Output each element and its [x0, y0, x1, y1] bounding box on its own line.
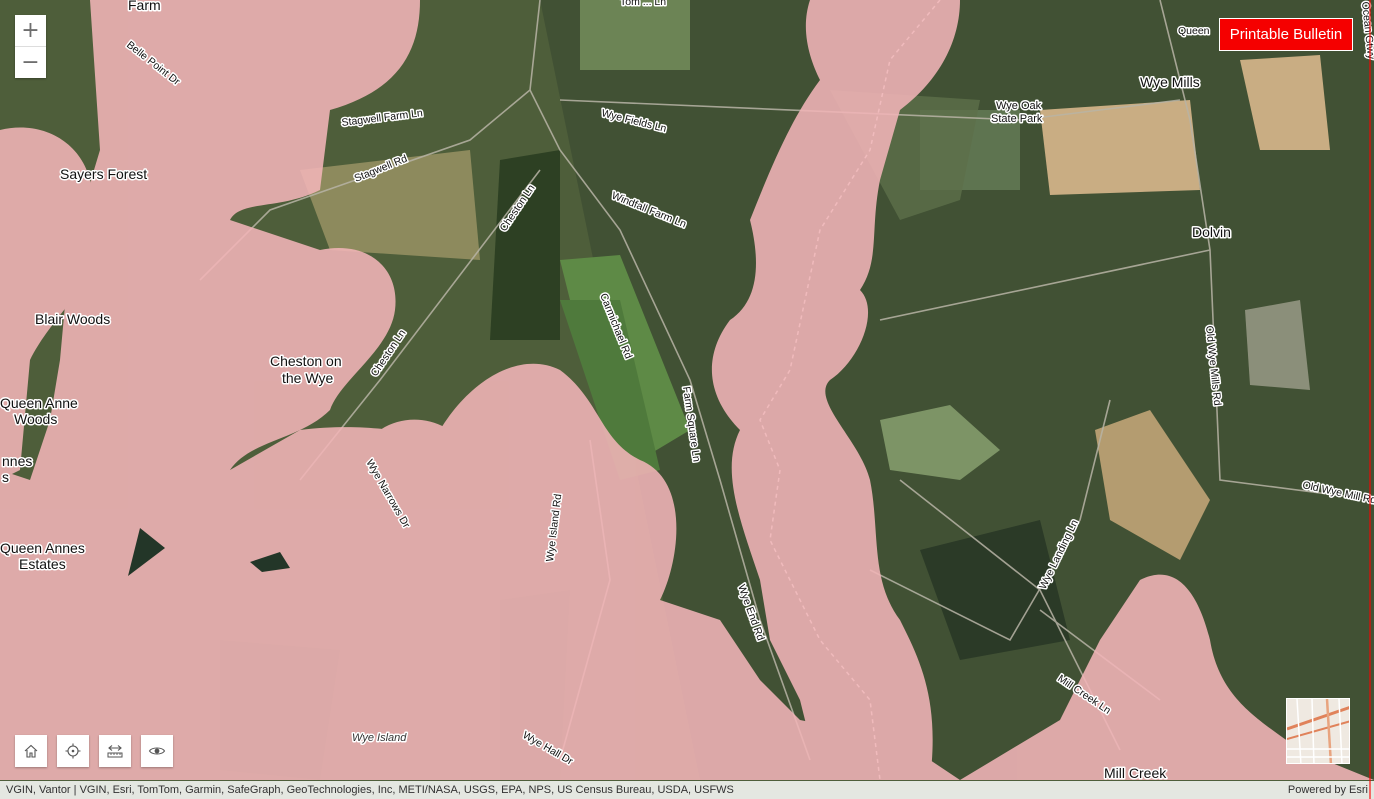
- map-toolbar: [15, 735, 173, 767]
- road-top: Tom ... Ln: [620, 0, 666, 8]
- place-queen-annes-estates-1: Queen Annes: [0, 540, 85, 556]
- home-button[interactable]: [15, 735, 47, 767]
- zoom-in-button[interactable]: +: [15, 15, 46, 46]
- powered-by-text[interactable]: Powered by Esri: [1288, 784, 1368, 796]
- measure-icon: [107, 745, 123, 758]
- place-wye-oak-1: Wye Oak: [996, 100, 1042, 112]
- visibility-button[interactable]: [141, 735, 173, 767]
- attribution-bar: VGIN, Vantor | VGIN, Esri, TomTom, Garmi…: [0, 781, 1374, 799]
- attribution-text: VGIN, Vantor | VGIN, Esri, TomTom, Garmi…: [6, 784, 734, 796]
- home-icon: [24, 744, 38, 758]
- printable-bulletin-button[interactable]: Printable Bulletin: [1219, 18, 1353, 51]
- place-annes-2: s: [2, 469, 9, 485]
- street-map-thumbnail-icon: [1287, 699, 1349, 763]
- place-cheston-2: the Wye: [282, 370, 333, 386]
- map-view[interactable]: Farm Sayers Forest Blair Woods Cheston o…: [0, 0, 1374, 799]
- place-wye-island: Wye Island: [352, 732, 407, 744]
- place-farm: Farm: [128, 0, 161, 13]
- measure-button[interactable]: [99, 735, 131, 767]
- locate-button[interactable]: [57, 735, 89, 767]
- locate-icon: [65, 743, 81, 759]
- place-mill-creek: Mill Creek: [1104, 765, 1167, 781]
- frame-edge: [1369, 0, 1371, 799]
- road-queen: Queen: [1178, 25, 1210, 37]
- zoom-control: + −: [15, 15, 46, 78]
- place-wye-oak-2: State Park: [991, 113, 1043, 125]
- place-wye-mills: Wye Mills: [1140, 74, 1200, 90]
- place-sayers-forest: Sayers Forest: [60, 166, 147, 182]
- basemap-toggle-button[interactable]: [1286, 698, 1350, 764]
- place-blair-woods: Blair Woods: [35, 311, 110, 327]
- eye-icon: [148, 747, 166, 755]
- place-dolvin: Dolvin: [1192, 224, 1231, 240]
- place-queen-anne-woods-2: Woods: [14, 411, 57, 427]
- place-queen-anne-woods-1: Queen Anne: [0, 395, 78, 411]
- place-annes-1: nnes: [2, 453, 32, 469]
- place-queen-annes-estates-2: Estates: [19, 556, 66, 572]
- zoom-out-button[interactable]: −: [15, 46, 46, 78]
- place-cheston-1: Cheston on: [270, 353, 342, 369]
